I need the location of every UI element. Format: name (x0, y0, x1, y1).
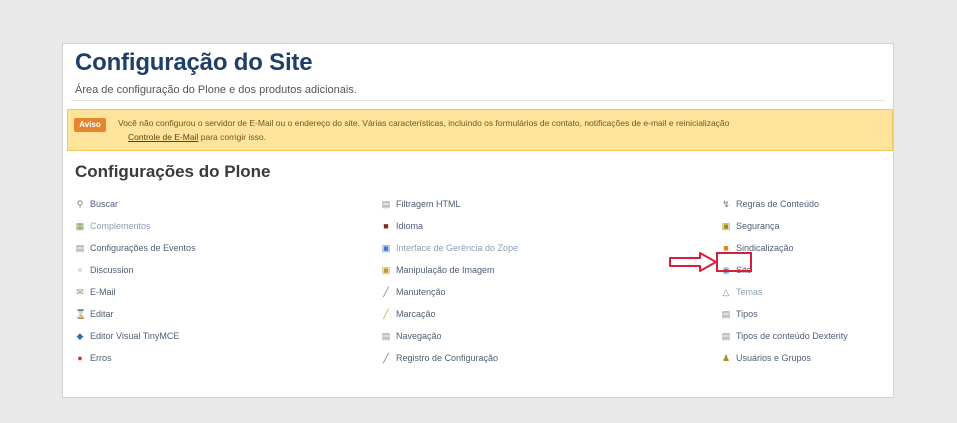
navigation-icon: ▤ (381, 331, 391, 341)
setup-item-editar[interactable]: ⌛ Editar (75, 306, 114, 322)
edit-icon: ⌛ (75, 309, 87, 319)
setup-item-tinymce[interactable]: ◆ Editor Visual TinyMCE (75, 328, 180, 344)
setup-item-filtragem-html[interactable]: ▤ Filtragem HTML (381, 196, 461, 212)
theme-icon: △ (722, 287, 730, 297)
setup-item-email[interactable]: ✉ E-Mail (75, 284, 115, 300)
warning-suffix: para corrigir isso. (198, 132, 266, 142)
setup-item-discussion[interactable]: ⚬ Discussion (75, 262, 133, 278)
image-icon: ▣ (381, 265, 391, 275)
setup-item-registro[interactable]: ╱ Registro de Configuração (381, 350, 498, 366)
setup-item-imagem[interactable]: ▣ Manipulação de Imagem (381, 262, 495, 278)
pencil-icon: ╱ (383, 309, 389, 319)
mail-icon: ✉ (76, 287, 84, 297)
setup-item-buscar[interactable]: ⚲ Buscar (75, 196, 118, 212)
warning-badge: Aviso (74, 118, 106, 132)
document-icon: ▤ (721, 331, 731, 341)
divider (71, 100, 885, 101)
setup-item-usuarios[interactable]: ♟ Usuários e Grupos (721, 350, 811, 366)
setup-item-manutencao[interactable]: ╱ Manutenção (381, 284, 445, 300)
tinymce-icon: ◆ (76, 331, 84, 341)
setup-item-eventos[interactable]: ▤ Configurações de Eventos (75, 240, 196, 256)
setup-item-navegacao[interactable]: ▤ Navegação (381, 328, 442, 344)
zope-icon: ▣ (381, 243, 391, 253)
error-icon: ● (77, 353, 83, 363)
page-title: Configuração do Site (75, 49, 313, 76)
setup-item-temas[interactable]: △ Temas (721, 284, 763, 300)
document-icon: ▤ (721, 309, 731, 319)
discussion-icon: ⚬ (76, 265, 84, 275)
warning-alert: Aviso Você não configurou o servidor de … (67, 109, 893, 151)
setup-item-complementos[interactable]: ▦ Complementos (75, 218, 151, 234)
setup-item-zope[interactable]: ▣ Interface de Gerência do Zope (381, 240, 518, 256)
lock-icon: ▣ (721, 221, 731, 231)
document-icon: ▤ (381, 199, 391, 209)
magnifier-icon: ⚲ (76, 199, 84, 209)
flag-icon: ■ (383, 221, 389, 231)
setup-item-marcacao[interactable]: ╱ Marcação (381, 306, 435, 322)
addons-icon: ▦ (75, 221, 85, 231)
red-arrow-annotation (669, 252, 717, 272)
wrench-icon: ╱ (383, 353, 389, 363)
rules-icon: ↯ (722, 199, 730, 209)
page-subtitle: Área de configuração do Plone e dos prod… (75, 84, 357, 96)
document-icon: ▤ (75, 243, 85, 253)
section-title: Configurações do Plone (75, 162, 271, 181)
site-setup-panel: Configuração do Site Área de configuraçã… (62, 43, 894, 398)
mail-control-link[interactable]: Controle de E-Mail (128, 132, 198, 142)
setup-item-seguranca[interactable]: ▣ Segurança (721, 218, 780, 234)
wrench-icon: ╱ (383, 287, 389, 297)
site-highlight-box (716, 252, 752, 272)
users-icon: ♟ (721, 353, 731, 363)
setup-item-erros[interactable]: ● Erros (75, 350, 111, 366)
warning-text: Você não configurou o servidor de E-Mail… (118, 118, 730, 128)
setup-item-regras[interactable]: ↯ Regras de Conteúdo (721, 196, 819, 212)
setup-item-idioma[interactable]: ■ Idioma (381, 218, 423, 234)
warning-link-line: Controle de E-Mail para corrigir isso. (128, 132, 266, 142)
setup-item-dexterity[interactable]: ▤ Tipos de conteúdo Dexterity (721, 328, 848, 344)
setup-item-tipos[interactable]: ▤ Tipos (721, 306, 758, 322)
